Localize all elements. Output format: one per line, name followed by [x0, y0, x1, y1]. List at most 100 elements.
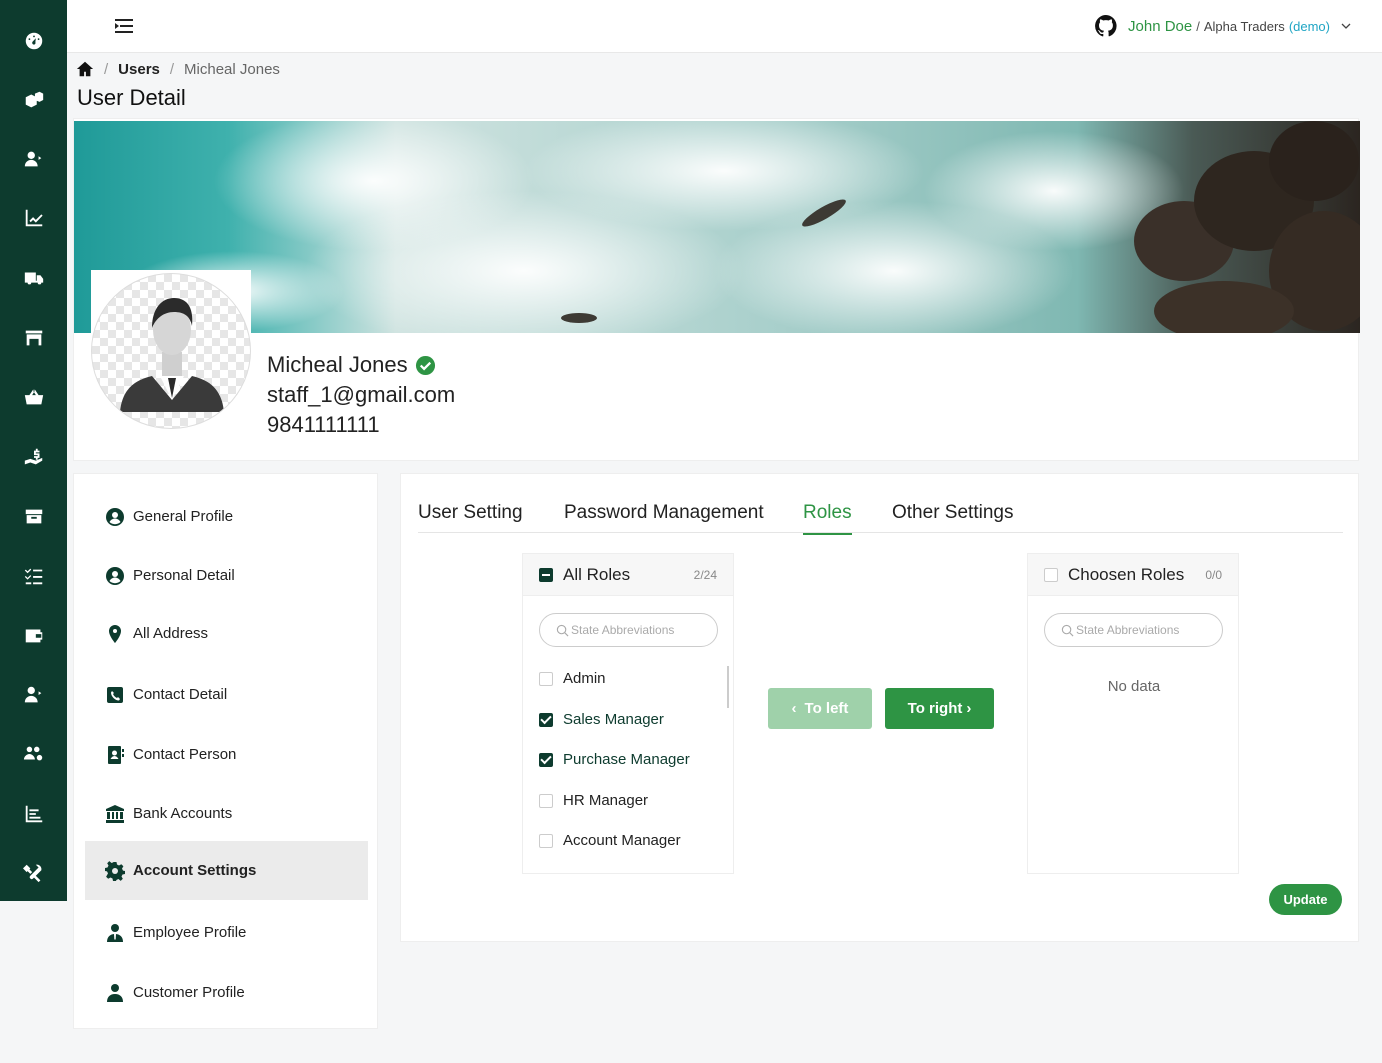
chosen-search-input[interactable]: State Abbreviations	[1044, 613, 1223, 647]
menu-label: General Profile	[133, 508, 234, 525]
select-all-checkbox[interactable]	[539, 567, 553, 582]
menu-account-settings[interactable]: Account Settings	[85, 841, 368, 900]
environment-badge: (demo)	[1288, 18, 1330, 34]
checkbox[interactable]	[539, 752, 553, 767]
tab-user-setting[interactable]: User Setting	[418, 502, 523, 533]
menu-toggle-icon[interactable]	[114, 16, 134, 36]
role-label: Account Manager	[563, 832, 681, 849]
role-item-hr-manager[interactable]: HR Manager	[539, 792, 648, 809]
menu-bank-accounts[interactable]: Bank Accounts	[85, 784, 368, 843]
role-label: Purchase Manager	[563, 751, 690, 768]
user-circle-icon	[106, 566, 124, 585]
store-icon[interactable]	[0, 318, 67, 358]
menu-label: Personal Detail	[133, 567, 235, 584]
users-settings-icon[interactable]	[0, 734, 67, 774]
all-roles-count: 2/24	[693, 567, 717, 582]
checkbox[interactable]	[539, 833, 553, 848]
employee-icon	[107, 923, 123, 942]
user-menu[interactable]: John Doe / Alpha Traders (demo)	[1094, 14, 1352, 38]
chevron-right-icon: ›	[966, 700, 972, 717]
menu-employee-profile[interactable]: Employee Profile	[85, 903, 368, 962]
all-roles-list: All Roles 2/24 State Abbreviations Admin…	[522, 553, 734, 874]
home-icon[interactable]	[76, 60, 94, 78]
chosen-roles-count: 0/0	[1205, 567, 1222, 582]
location-pin-icon	[109, 624, 121, 643]
roles-search-input[interactable]: State Abbreviations	[539, 613, 718, 647]
truck-icon[interactable]	[0, 258, 67, 298]
page-title: User Detail	[77, 85, 186, 110]
bank-icon	[106, 804, 124, 823]
dashboard-icon[interactable]	[0, 21, 67, 61]
contact-book-icon	[108, 745, 124, 764]
menu-personal-detail[interactable]: Personal Detail	[85, 546, 368, 605]
verified-badge-icon	[415, 355, 435, 375]
role-item-purchase-manager[interactable]: Purchase Manager	[539, 751, 690, 768]
breadcrumb: / Users / Micheal Jones	[76, 60, 280, 78]
tab-roles[interactable]: Roles	[803, 502, 852, 535]
chevron-left-icon: ‹	[791, 700, 797, 717]
menu-contact-detail[interactable]: Contact Detail	[85, 665, 368, 724]
profile-name-row: Micheal Jones	[267, 352, 436, 378]
wallet-icon[interactable]	[0, 615, 67, 655]
profile-side-menu: General Profile Personal Detail All Addr…	[73, 473, 378, 1029]
checkbox[interactable]	[539, 793, 553, 808]
menu-all-address[interactable]: All Address	[85, 604, 368, 663]
search-placeholder: State Abbreviations	[571, 623, 675, 637]
menu-label: All Address	[133, 625, 209, 642]
avatar-frame	[91, 270, 251, 430]
report-icon[interactable]	[0, 794, 67, 834]
search-icon	[556, 624, 569, 636]
all-roles-title: All Roles	[563, 564, 631, 584]
tab-password-management[interactable]: Password Management	[564, 502, 764, 533]
box-icon[interactable]	[0, 496, 67, 536]
to-left-button[interactable]: ‹ To left	[768, 688, 872, 729]
tab-other-settings[interactable]: Other Settings	[892, 502, 1013, 533]
role-item-admin[interactable]: Admin	[539, 670, 606, 687]
role-item-sales-manager[interactable]: Sales Manager	[539, 711, 664, 728]
checkbox[interactable]	[539, 712, 553, 727]
basket-icon[interactable]	[0, 377, 67, 417]
github-icon[interactable]	[1094, 14, 1118, 38]
avatar[interactable]	[91, 273, 251, 429]
menu-label: Customer Profile	[133, 984, 245, 1001]
tools-icon[interactable]	[0, 853, 67, 893]
select-all-checkbox[interactable]	[1044, 567, 1058, 582]
payment-icon[interactable]	[0, 437, 67, 477]
chosen-roles-header: Choosen Roles 0/0	[1028, 554, 1238, 596]
to-right-button[interactable]: To right ›	[885, 688, 994, 729]
settings-tabs: User Setting Password Management Roles O…	[418, 474, 1343, 535]
menu-label: Account Settings	[133, 862, 257, 879]
chosen-roles-list: Choosen Roles 0/0 State Abbreviations No…	[1027, 553, 1239, 874]
organization-name: Alpha Traders	[1203, 18, 1285, 34]
menu-customer-profile[interactable]: Customer Profile	[85, 963, 368, 1022]
role-item-account-manager[interactable]: Account Manager	[539, 832, 681, 849]
to-left-label: To left	[804, 700, 849, 717]
user-name: John Doe	[1128, 17, 1193, 35]
menu-label: Bank Accounts	[133, 805, 233, 822]
update-button[interactable]: Update	[1269, 884, 1342, 915]
inventory-icon[interactable]	[0, 80, 67, 120]
checkbox[interactable]	[539, 671, 553, 686]
breadcrumb-separator: /	[169, 60, 175, 78]
list-scrollbar[interactable]	[727, 666, 729, 708]
checklist-icon[interactable]	[0, 556, 67, 596]
user-add-icon[interactable]	[0, 139, 67, 179]
gear-icon	[105, 860, 125, 881]
chevron-down-icon[interactable]	[1340, 20, 1352, 32]
to-right-label: To right	[907, 700, 963, 717]
user-manage-icon[interactable]	[0, 675, 67, 715]
chart-icon[interactable]	[0, 198, 67, 238]
top-header: John Doe / Alpha Traders (demo)	[67, 0, 1382, 53]
breadcrumb-separator: /	[104, 60, 109, 78]
menu-contact-person[interactable]: Contact Person	[85, 725, 368, 784]
menu-label: Contact Detail	[133, 686, 228, 703]
person-icon	[107, 983, 123, 1002]
profile-email: staff_1@gmail.com	[267, 382, 456, 407]
breadcrumb-users[interactable]: Users	[118, 61, 160, 78]
profile-phone: 9841111111	[267, 412, 380, 437]
search-placeholder: State Abbreviations	[1076, 623, 1180, 637]
all-roles-header: All Roles 2/24	[523, 554, 733, 596]
settings-panel: User Setting Password Management Roles O…	[400, 473, 1359, 942]
empty-state: No data	[1107, 678, 1161, 695]
menu-general-profile[interactable]: General Profile	[85, 487, 368, 546]
